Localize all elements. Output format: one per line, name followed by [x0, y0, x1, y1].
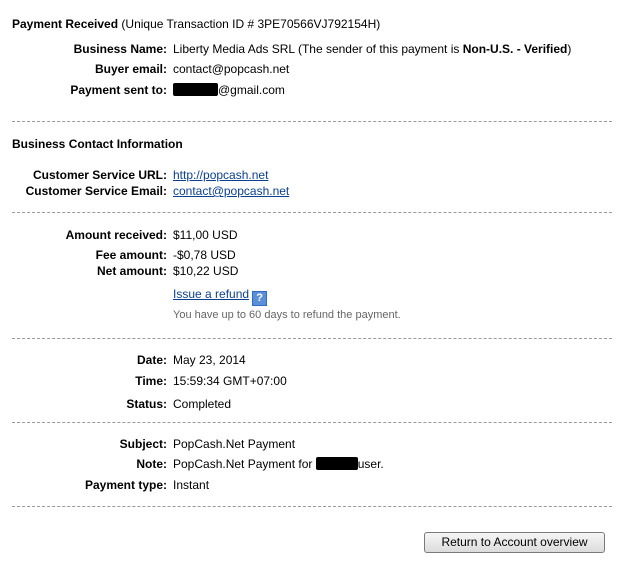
separator: [12, 212, 612, 213]
net-amount-value: $10,22 USD: [173, 264, 239, 278]
customer-service-url-link[interactable]: http://popcash.net: [173, 168, 268, 182]
status-label: Status:: [126, 397, 167, 411]
date-label: Date:: [136, 353, 167, 367]
contact-heading: Business Contact Information: [12, 137, 183, 151]
fee-amount-value: -$0,78 USD: [173, 248, 236, 262]
business-name-label: Business Name:: [73, 42, 167, 56]
time-value: 15:59:34 GMT+07:00: [173, 374, 287, 388]
amount-received-label: Amount received:: [65, 228, 167, 242]
business-name-close: ): [567, 42, 572, 56]
separator: [12, 422, 612, 423]
note-suffix: user.: [357, 457, 384, 471]
payment-type-value: Instant: [173, 478, 210, 492]
separator: [12, 338, 612, 339]
subject-label: Subject:: [119, 437, 167, 451]
note-value: PopCash.Net Payment for user.: [173, 457, 384, 471]
page-title-line: Payment Received (Unique Transaction ID …: [12, 17, 380, 31]
refund-note: You have up to 60 days to refund the pay…: [173, 309, 401, 321]
note-label: Note:: [136, 457, 167, 471]
refund-row: Issue a refund?: [173, 287, 268, 306]
status-value: Completed: [173, 397, 232, 411]
transaction-id: (Unique Transaction ID # 3PE70566VJ79215…: [121, 17, 381, 31]
separator: [12, 506, 612, 507]
customer-service-email-link[interactable]: contact@popcash.net: [173, 184, 289, 198]
customer-service-url-label: Customer Service URL:: [32, 168, 167, 182]
buyer-email-label: Buyer email:: [94, 62, 167, 76]
question-mark-icon[interactable]: ?: [252, 291, 268, 306]
separator: [12, 121, 612, 122]
redacted-username-block: [315, 457, 358, 470]
net-amount-label: Net amount:: [97, 264, 167, 278]
page-title: Payment Received: [12, 17, 119, 31]
time-label: Time:: [135, 374, 167, 388]
date-value: May 23, 2014: [173, 353, 246, 367]
return-to-account-overview-button[interactable]: Return to Account overview: [424, 532, 605, 553]
business-name-value: Liberty Media Ads SRL (The sender of thi…: [173, 42, 571, 56]
payment-type-label: Payment type:: [84, 478, 167, 492]
redacted-email-block: [173, 83, 218, 96]
note-prefix: PopCash.Net Payment for: [173, 457, 316, 471]
fee-amount-label: Fee amount:: [95, 248, 167, 262]
customer-service-email-label: Customer Service Email:: [25, 184, 167, 198]
subject-value: PopCash.Net Payment: [173, 437, 296, 451]
payment-sent-to-label: Payment sent to:: [70, 83, 167, 97]
issue-refund-link[interactable]: Issue a refund: [173, 287, 249, 301]
business-name-text: Liberty Media Ads SRL (The sender of thi…: [173, 42, 463, 56]
sent-to-suffix: @gmail.com: [218, 83, 285, 97]
payment-sent-to-value: @gmail.com: [173, 83, 285, 97]
sender-status: Non-U.S. - Verified: [462, 42, 568, 56]
amount-received-value: $11,00 USD: [173, 228, 238, 242]
buyer-email-value: contact@popcash.net: [173, 62, 290, 76]
